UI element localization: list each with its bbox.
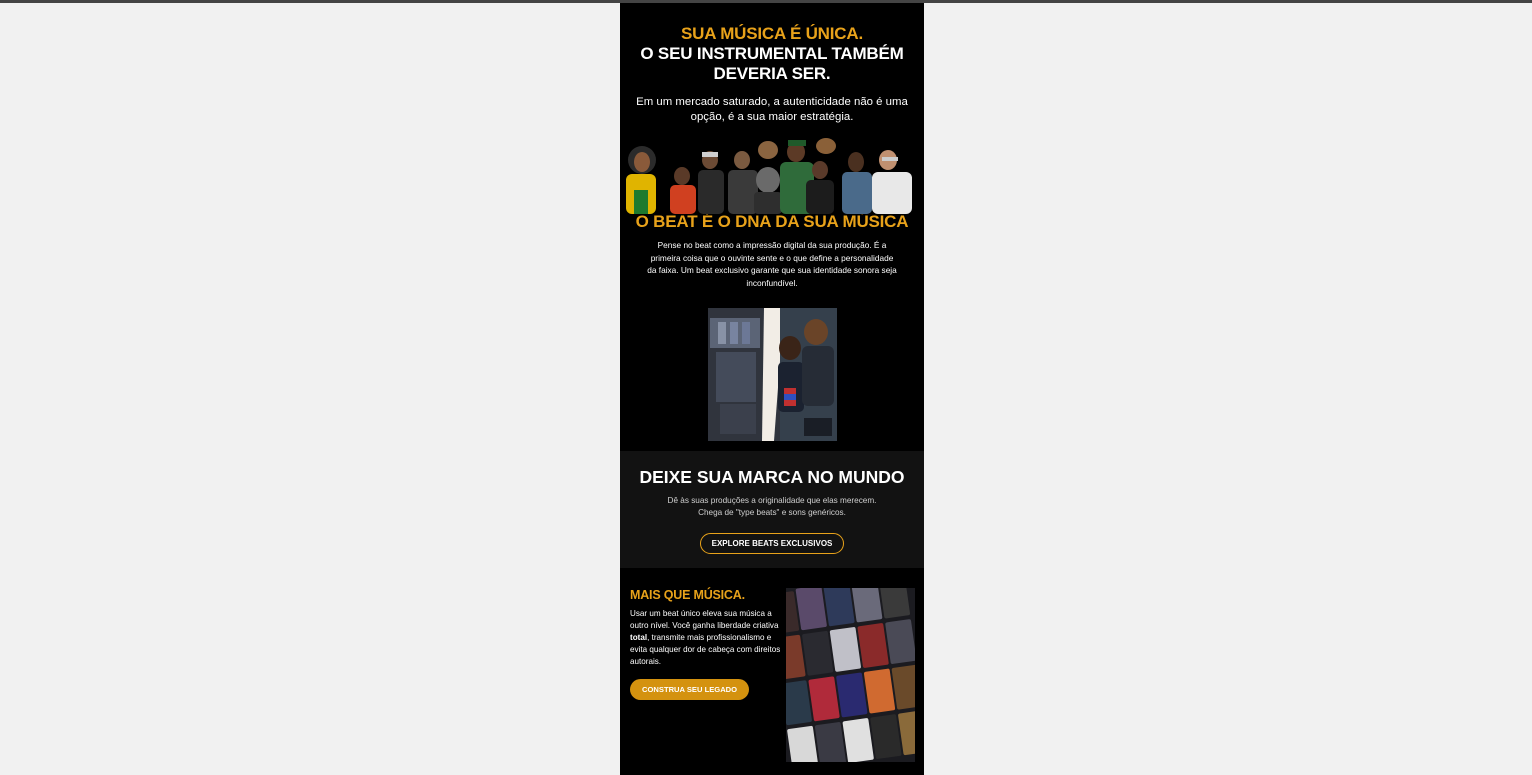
dna-section: O BEAT É O DNA DA SUA MÚSICA Pense no be… [620,212,924,441]
hero-subtitle: Em um mercado saturado, a autenticidade … [636,96,908,123]
mark-body-line1: Dê às suas produções a originalidade que… [667,495,877,505]
hero-title-line2: O SEU INSTRUMENTAL TAMBÉM DEVERIA SER. [640,44,904,83]
legacy-section: MAIS QUE MÚSICA. Usar um beat único elev… [620,568,924,771]
studio-and-artists-image [707,307,837,441]
legacy-body-part1: Usar um beat único eleva sua música a ou… [630,608,779,630]
mark-body: Dê às suas produções a originalidade que… [620,495,924,519]
legacy-body: Usar um beat único eleva sua música a ou… [630,608,782,668]
legacy-text-column: MAIS QUE MÚSICA. Usar um beat único elev… [630,588,782,700]
hero-section: SUA MÚSICA É ÚNICA. O SEU INSTRUMENTAL T… [620,3,924,125]
dna-title: O BEAT É O DNA DA SUA MÚSICA [635,212,909,231]
email-body: SUA MÚSICA É ÚNICA. O SEU INSTRUMENTAL T… [620,3,924,775]
legacy-body-part2: , transmite mais profissionalismo e evit… [630,632,781,666]
artists-collage-image [620,130,924,214]
hero-title-line1: SUA MÚSICA É ÚNICA. [681,24,863,43]
music-app-screens-image [786,587,915,762]
explore-beats-button[interactable]: EXPLORE BEATS EXCLUSIVOS [699,532,845,554]
mark-title: DEIXE SUA MARCA NO MUNDO [639,466,905,487]
brand-cta-section: DEIXE SUA MARCA NO MUNDO Dê às suas prod… [620,450,924,568]
hero-title: SUA MÚSICA É ÚNICA. O SEU INSTRUMENTAL T… [620,24,924,84]
dna-body: Pense no beat como a impressão digital d… [647,240,897,289]
build-legacy-button[interactable]: CONSTRUA SEU LEGADO [630,678,750,700]
mark-body-line2: Chega de "type beats" e sons genéricos. [698,507,846,517]
legacy-title: MAIS QUE MÚSICA. [630,587,745,602]
legacy-body-bold: total [630,632,648,642]
